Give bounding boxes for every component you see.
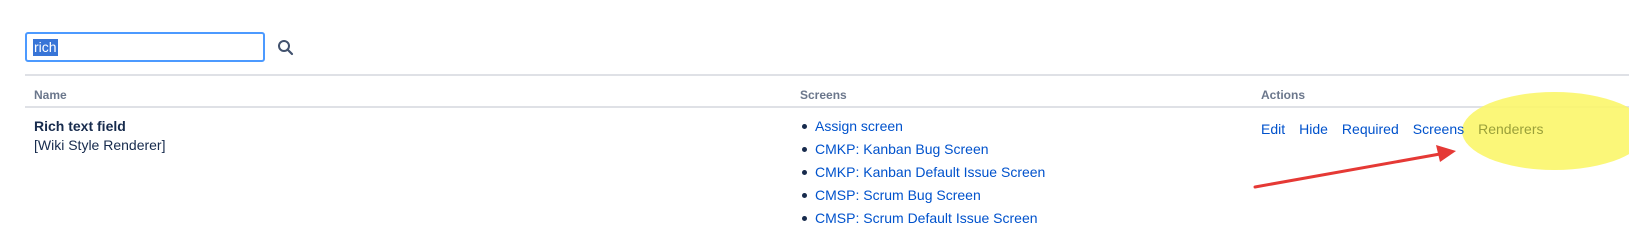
- hide-action-link[interactable]: Hide: [1299, 121, 1328, 137]
- screens-action-link[interactable]: Screens: [1413, 121, 1464, 137]
- field-renderer: [Wiki Style Renderer]: [34, 137, 166, 153]
- screen-link[interactable]: CMSP: Scrum Default Issue Screen: [815, 210, 1038, 226]
- row-actions: Edit Hide Required Screens Renderers: [1261, 121, 1557, 137]
- screen-link[interactable]: Assign screen: [815, 118, 903, 134]
- search-input[interactable]: rich: [25, 32, 265, 62]
- screens-list: Assign screen CMKP: Kanban Bug Screen CM…: [801, 117, 1045, 232]
- list-item: CMKP: Kanban Default Issue Screen: [801, 163, 1045, 186]
- field-name: Rich text field: [34, 118, 126, 134]
- search-input-value: rich: [33, 38, 58, 56]
- list-item: CMSP: Scrum Default Issue Screen: [801, 209, 1045, 232]
- search-button[interactable]: [276, 38, 296, 58]
- column-header-actions: Actions: [1261, 88, 1306, 102]
- table-top-divider: [25, 74, 1629, 76]
- search-icon: [278, 40, 294, 56]
- page: rich Name Screens Actions Rich text fiel…: [0, 0, 1629, 242]
- list-item: CMKP: Kanban Bug Screen: [801, 140, 1045, 163]
- table-header-divider: [25, 106, 1629, 108]
- column-header-screens: Screens: [800, 88, 847, 102]
- screen-link[interactable]: CMKP: Kanban Default Issue Screen: [815, 164, 1045, 180]
- list-item: CMSP: Scrum Bug Screen: [801, 186, 1045, 209]
- column-header-name: Name: [34, 88, 67, 102]
- screen-link[interactable]: CMKP: Kanban Bug Screen: [815, 141, 989, 157]
- screen-link[interactable]: CMSP: Scrum Bug Screen: [815, 187, 981, 203]
- list-item: Assign screen: [801, 117, 1045, 140]
- edit-action-link[interactable]: Edit: [1261, 121, 1285, 137]
- renderers-action-link[interactable]: Renderers: [1478, 121, 1543, 137]
- required-action-link[interactable]: Required: [1342, 121, 1399, 137]
